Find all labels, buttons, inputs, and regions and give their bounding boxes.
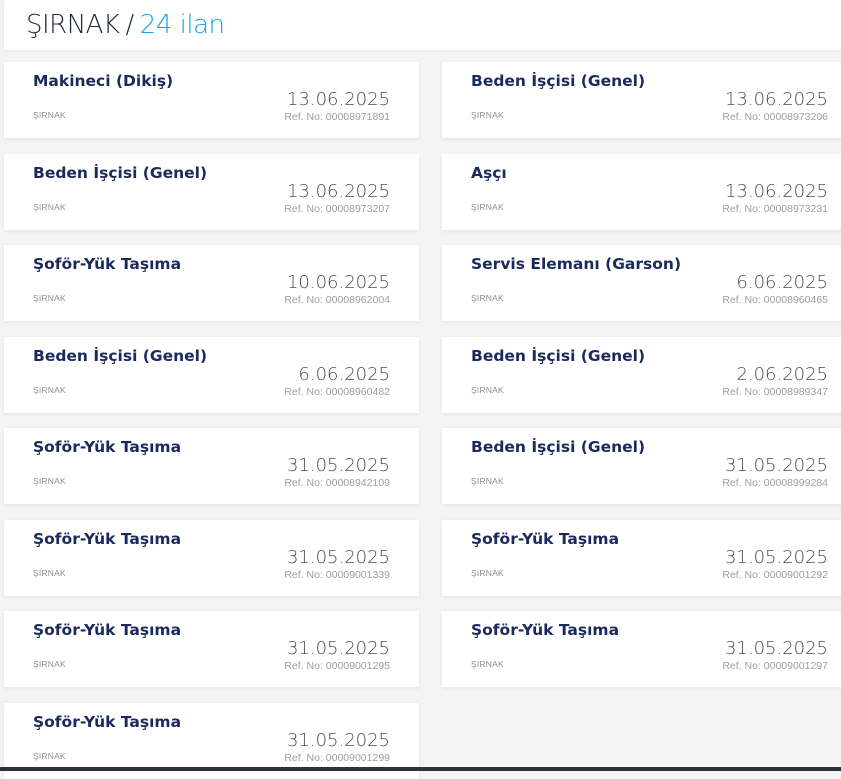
job-date: 31.05.2025 <box>724 455 828 476</box>
job-title-link[interactable]: Beden İşçisi (Genel) <box>33 347 207 365</box>
job-title-link[interactable]: Şoför-Yük Taşıma <box>471 621 619 639</box>
job-listing-card[interactable]: Şoför-Yük Taşıma ŞIRNAK 31.05.2025 Ref. No:… <box>442 611 841 687</box>
job-ref-number: Ref. No: 00008989347 <box>722 386 828 398</box>
job-ref-number: Ref. No: 00008973207 <box>284 203 390 215</box>
job-date: 31.05.2025 <box>286 638 390 659</box>
page-header: ŞIRNAK/24 ilan <box>4 0 841 50</box>
job-ref-number: Ref. No: 00008962004 <box>284 294 390 306</box>
job-listing-card[interactable]: Şoför-Yük Taşıma ŞIRNAK 31.05.2025 Ref. No:… <box>4 611 419 687</box>
job-listing-card[interactable]: Beden İşçisi (Genel) ŞIRNAK 2.06.2025 Ref. … <box>442 337 841 413</box>
job-title-link[interactable]: Beden İşçisi (Genel) <box>471 438 645 456</box>
job-date: 31.05.2025 <box>286 547 390 568</box>
job-ref-number: Ref. No: 00008971891 <box>284 111 390 123</box>
job-date: 6.06.2025 <box>736 272 828 293</box>
city-name: ŞIRNAK <box>26 10 120 40</box>
job-title-link[interactable]: Şoför-Yük Taşıma <box>33 438 181 456</box>
job-ref-number: Ref. No: 00008973206 <box>722 111 828 123</box>
job-title-link[interactable]: Şoför-Yük Taşıma <box>33 255 181 273</box>
job-date: 13.06.2025 <box>286 89 390 110</box>
job-title-link[interactable]: Beden İşçisi (Genel) <box>471 347 645 365</box>
job-title-link[interactable]: Beden İşçisi (Genel) <box>471 72 645 90</box>
bottom-bar <box>0 767 841 771</box>
job-title-link[interactable]: Servis Elemanı (Garson) <box>471 255 681 273</box>
job-date: 6.06.2025 <box>298 364 390 385</box>
job-listing-card[interactable]: Servis Elemanı (Garson) ŞIRNAK 6.06.2025 Re… <box>442 245 841 321</box>
job-title-link[interactable]: Şoför-Yük Taşıma <box>33 713 181 731</box>
job-listing-card[interactable]: Şoför-Yük Taşıma ŞIRNAK 31.05.2025 Ref. No:… <box>4 428 419 504</box>
job-city: ŞIRNAK <box>33 202 66 212</box>
job-date: 13.06.2025 <box>286 181 390 202</box>
job-city: ŞIRNAK <box>471 110 504 120</box>
job-listing-card[interactable]: Makineci (Dikiş) ŞIRNAK 13.06.2025 Ref. No:… <box>4 62 419 138</box>
job-ref-number: Ref. No: 00009001299 <box>284 752 390 764</box>
job-listing-card[interactable]: Beden İşçisi (Genel) ŞIRNAK 13.06.2025 Ref.… <box>442 62 841 138</box>
job-date: 31.05.2025 <box>286 730 390 751</box>
job-title-link[interactable]: Şoför-Yük Taşıma <box>33 621 181 639</box>
job-city: ŞIRNAK <box>471 659 504 669</box>
job-city: ŞIRNAK <box>33 385 66 395</box>
job-date: 2.06.2025 <box>736 364 828 385</box>
listing-count: 24 ilan <box>139 10 225 40</box>
job-city: ŞIRNAK <box>33 110 66 120</box>
job-city: ŞIRNAK <box>471 293 504 303</box>
job-city: ŞIRNAK <box>471 476 504 486</box>
job-ref-number: Ref. No: 00008960465 <box>722 294 828 306</box>
job-city: ŞIRNAK <box>33 293 66 303</box>
job-ref-number: Ref. No: 00009001297 <box>722 660 828 672</box>
job-ref-number: Ref. No: 00009001292 <box>722 569 828 581</box>
job-ref-number: Ref. No: 00008999284 <box>722 477 828 489</box>
job-listing-card[interactable]: Şoför-Yük Taşıma ŞIRNAK 31.05.2025 Ref. No:… <box>442 520 841 596</box>
job-title-link[interactable]: Şoför-Yük Taşıma <box>33 530 181 548</box>
job-ref-number: Ref. No: 00008960482 <box>284 386 390 398</box>
job-city: ŞIRNAK <box>471 202 504 212</box>
job-city: ŞIRNAK <box>33 568 66 578</box>
job-city: ŞIRNAK <box>33 659 66 669</box>
job-ref-number: Ref. No: 00008942109 <box>284 477 390 489</box>
job-title-link[interactable]: Beden İşçisi (Genel) <box>33 164 207 182</box>
job-listing-card[interactable]: Şoför-Yük Taşıma ŞIRNAK 10.06.2025 Ref. No:… <box>4 245 419 321</box>
job-date: 13.06.2025 <box>724 89 828 110</box>
job-city: ŞIRNAK <box>33 751 66 761</box>
page-title: ŞIRNAK/24 ilan <box>26 9 225 41</box>
job-ref-number: Ref. No: 00009001295 <box>284 660 390 672</box>
title-separator: / <box>125 10 135 40</box>
job-city: ŞIRNAK <box>471 385 504 395</box>
job-ref-number: Ref. No: 00008973231 <box>722 203 828 215</box>
job-city: ŞIRNAK <box>33 476 66 486</box>
job-title-link[interactable]: Aşçı <box>471 164 507 182</box>
job-date: 31.05.2025 <box>286 455 390 476</box>
job-listing-card[interactable]: Beden İşçisi (Genel) ŞIRNAK 6.06.2025 Ref. … <box>4 337 419 413</box>
job-title-link[interactable]: Şoför-Yük Taşıma <box>471 530 619 548</box>
job-title-link[interactable]: Makineci (Dikiş) <box>33 72 173 90</box>
job-listing-card[interactable]: Beden İşçisi (Genel) ŞIRNAK 13.06.2025 Ref.… <box>4 154 419 230</box>
job-date: 31.05.2025 <box>724 638 828 659</box>
job-ref-number: Ref. No: 00009001339 <box>284 569 390 581</box>
job-listing-card[interactable]: Şoför-Yük Taşıma ŞIRNAK 31.05.2025 Ref. No:… <box>4 520 419 596</box>
job-date: 31.05.2025 <box>724 547 828 568</box>
job-date: 13.06.2025 <box>724 181 828 202</box>
job-city: ŞIRNAK <box>471 568 504 578</box>
job-listing-card[interactable]: Aşçı ŞIRNAK 13.06.2025 Ref. No: 00008973231 <box>442 154 841 230</box>
job-listing-card[interactable]: Beden İşçisi (Genel) ŞIRNAK 31.05.2025 Ref.… <box>442 428 841 504</box>
job-date: 10.06.2025 <box>286 272 390 293</box>
